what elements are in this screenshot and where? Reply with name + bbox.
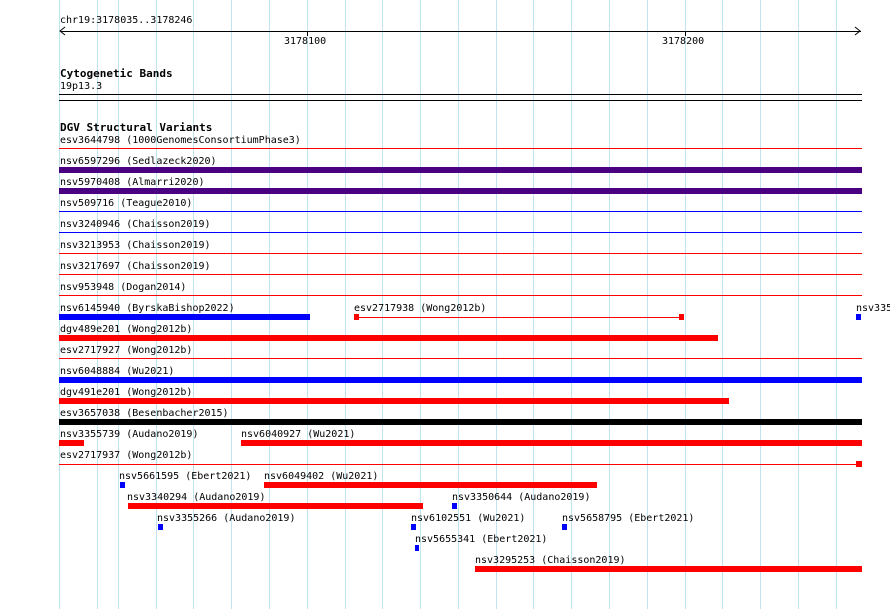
region-label: chr19:3178035..3178246 [60,15,193,26]
variant-bar-loss[interactable] [59,440,84,446]
variant-bar-loss[interactable] [59,295,862,296]
variant-bar-loss[interactable] [59,253,862,254]
variant-label[interactable]: dgv491e201 (Wong2012b) [60,387,192,398]
cytoband-bar-bottom [59,100,862,101]
variant-label[interactable]: nsv6048884 (Wu2021) [60,366,174,377]
variant-connector-loss [59,464,856,465]
variant-block-loss[interactable] [679,314,684,320]
variant-bar-loss[interactable] [59,148,862,149]
variant-block-gain[interactable] [452,503,457,509]
variant-label[interactable]: nsv6597296 (Sedlazeck2020) [60,156,217,167]
variant-bar-loss[interactable] [241,440,862,446]
variant-block-gain[interactable] [562,524,567,530]
variant-label[interactable]: dgv489e201 (Wong2012b) [60,324,192,335]
variant-label[interactable]: nsv5970408 (Almarri2020) [60,177,205,188]
variant-bar-gain[interactable] [59,211,862,212]
cytoband-label: 19p13.3 [60,81,103,92]
variant-label[interactable]: nsv3355739 (Audano2019) [60,429,198,440]
variant-block-gain[interactable] [411,524,416,530]
variant-label[interactable]: nsv5655341 (Ebert2021) [415,534,547,545]
cytoband-bar-top [59,94,862,95]
grid-line [722,0,723,609]
variant-bar-loss[interactable] [59,358,862,359]
grid-line [307,0,308,609]
variant-label[interactable]: nsv509716 (Teague2010) [60,198,192,209]
variant-bar-gain[interactable] [59,232,862,233]
variant-block-gain[interactable] [158,524,163,530]
variant-label[interactable]: nsv3340294 (Audano2019) [127,492,265,503]
variant-bar-loss[interactable] [128,503,423,509]
variant-block-gain[interactable] [120,482,125,488]
variant-block-gain[interactable] [856,314,861,320]
variant-label[interactable]: esv3657038 (Besenbacher2015) [60,408,229,419]
variant-bar-loss[interactable] [59,274,862,275]
variant-bar-gain-loss[interactable] [59,188,862,194]
variant-bar-gain[interactable] [59,314,310,320]
ruler-arrows [59,26,861,36]
variant-label[interactable]: esv2717938 (Wong2012b) [354,303,486,314]
variant-label[interactable]: nsv3350644 (Audano2019) [452,492,590,503]
variant-bar-loss[interactable] [475,566,862,572]
variant-label[interactable]: nsv6049402 (Wu2021) [264,471,378,482]
variant-label[interactable]: nsv3217697 (Chaisson2019) [60,261,211,272]
dgv-track-title: DGV Structural Variants [60,121,213,134]
variant-label[interactable]: esv3644798 (1000GenomesConsortiumPhase3) [60,135,301,146]
variant-bar-gain[interactable] [59,377,862,383]
variant-label[interactable]: nsv953948 (Dogan2014) [60,282,186,293]
genome-browser-canvas: chr19:3178035..3178246 3178100 3178200 C… [0,0,890,609]
variant-block-gain[interactable] [415,545,419,551]
variant-bar-complex[interactable] [59,419,862,425]
variant-label[interactable]: nsv3355266 (Audano2019) [157,513,295,524]
cytoband-track-title: Cytogenetic Bands [60,67,173,80]
variant-label[interactable]: nsv5661595 (Ebert2021) [119,471,251,482]
grid-line [760,0,761,609]
variant-label[interactable]: nsv6102551 (Wu2021) [411,513,525,524]
variant-label[interactable]: nsv5658795 (Ebert2021) [562,513,694,524]
ruler-tick-label: 3178100 [284,36,327,47]
variant-bar-loss[interactable] [264,482,597,488]
variant-connector-loss [359,317,679,318]
ruler-tick-label: 3178200 [662,36,705,47]
grid-line [345,0,346,609]
variant-label[interactable]: nsv3213953 (Chaisson2019) [60,240,211,251]
variant-label[interactable]: nsv3295253 (Chaisson2019) [475,555,626,566]
grid-line [836,0,837,609]
variant-bar-loss[interactable] [59,398,729,404]
variant-label[interactable]: esv2717937 (Wong2012b) [60,450,192,461]
variant-bar-gain-loss[interactable] [59,167,862,173]
grid-line [533,0,534,609]
variant-bar-loss[interactable] [59,335,718,341]
variant-block-loss[interactable] [856,461,862,467]
variant-label[interactable]: nsv6040927 (Wu2021) [241,429,355,440]
variant-label[interactable]: nsv6145940 (ByrskaBishop2022) [60,303,235,314]
grid-line [798,0,799,609]
variant-label[interactable]: esv2717927 (Wong2012b) [60,345,192,356]
variant-label[interactable]: nsv3240946 (Chaisson2019) [60,219,211,230]
variant-label[interactable]: nsv335 [856,303,890,314]
